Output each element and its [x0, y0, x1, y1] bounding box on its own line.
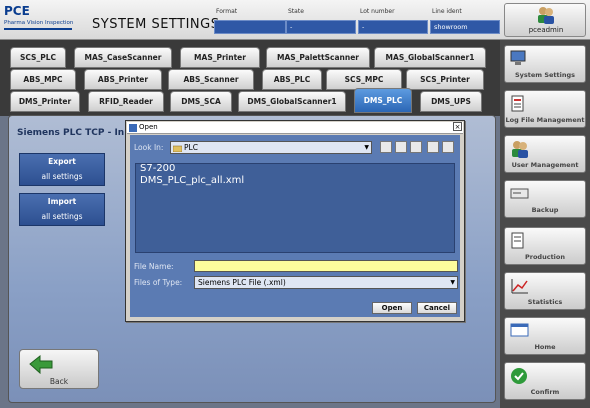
tab-dms-globalscanner1[interactable]: DMS_GlobalScanner1	[238, 91, 346, 112]
close-icon[interactable]: ×	[453, 122, 462, 131]
sidebar-system-settings[interactable]: System Settings	[504, 45, 586, 83]
home-window-icon	[510, 323, 529, 337]
up-folder-icon[interactable]	[380, 141, 392, 153]
tab-scs-plc[interactable]: SCS_PLC	[10, 47, 66, 68]
line-ident-label: Line ident	[432, 8, 462, 15]
state-label: State	[288, 8, 304, 15]
lot-number-field: -	[358, 20, 428, 34]
logo-underline	[4, 28, 72, 30]
logo: PCE	[4, 4, 30, 18]
back-label: Back	[49, 377, 69, 386]
details-view-icon[interactable]	[442, 141, 454, 153]
confirm-check-icon	[511, 368, 527, 384]
sidebar-label: Statistics	[527, 298, 563, 306]
dialog-body: Look In: PLC ▼ S7-200 DMS_PLC_plc_all.xm…	[130, 135, 460, 317]
sidebar-home[interactable]: Home	[504, 317, 586, 355]
tab-mas-casescanner[interactable]: MAS_CaseScanner	[74, 47, 172, 68]
back-button[interactable]: Back	[19, 349, 99, 389]
file-type-value: Siemens PLC File (.xml)	[198, 278, 286, 287]
header-bar: PCE Pharma Vision Inspection SYSTEM SETT…	[0, 0, 590, 40]
users-icon	[512, 141, 528, 158]
format-field	[214, 20, 286, 34]
tab-mas-printer[interactable]: MAS_Printer	[180, 47, 260, 68]
tab-abs-mpc[interactable]: ABS_MPC	[10, 69, 76, 90]
tab-dms-plc[interactable]: DMS_PLC	[354, 88, 412, 113]
tab-abs-plc[interactable]: ABS_PLC	[262, 69, 322, 90]
file-name-input[interactable]	[194, 260, 458, 272]
file-name-label: File Name:	[134, 262, 174, 271]
dialog-window-icon	[129, 124, 137, 132]
sidebar-label: Backup	[531, 206, 559, 214]
tab-mas-palettscanner[interactable]: MAS_PalettScanner	[266, 47, 370, 68]
tab-abs-printer[interactable]: ABS_Printer	[84, 69, 162, 90]
look-in-value: PLC	[184, 143, 198, 152]
import-button[interactable]: Import all settings	[19, 193, 105, 226]
production-icon	[511, 232, 524, 249]
logo-subtitle: Pharma Vision Inspection	[4, 20, 74, 26]
new-folder-icon[interactable]	[410, 141, 422, 153]
list-view-icon[interactable]	[427, 141, 439, 153]
tab-rfid-reader[interactable]: RFID_Reader	[88, 91, 164, 112]
look-in-select[interactable]: PLC ▼	[170, 141, 372, 154]
chevron-down-icon: ▼	[364, 144, 369, 151]
line-ident-field: showroom	[430, 20, 500, 34]
import-label: Import	[47, 197, 77, 206]
sidebar-confirm[interactable]: Confirm	[504, 362, 586, 400]
lot-number-label: Lot number	[360, 8, 395, 15]
format-label: Format	[216, 8, 238, 15]
sidebar-production[interactable]: Production	[504, 227, 586, 265]
import-sublabel: all settings	[41, 212, 83, 221]
sidebar-backup[interactable]: Backup	[504, 180, 586, 218]
export-button[interactable]: Export all settings	[19, 153, 105, 186]
tab-bar: SCS_PLC MAS_CaseScanner MAS_Printer MAS_…	[0, 40, 500, 116]
sidebar: System Settings Log File Management User…	[500, 40, 590, 408]
export-sublabel: all settings	[41, 172, 83, 181]
open-dialog: Open × Look In: PLC ▼ S7-200 DMS_PLC_plc…	[125, 120, 465, 322]
tab-scs-printer[interactable]: SCS_Printer	[406, 69, 484, 90]
backup-drive-icon	[510, 188, 529, 199]
section-title: Siemens PLC TCP - In	[17, 128, 125, 138]
sidebar-label: Log File Management	[505, 116, 585, 124]
sidebar-label: Production	[525, 253, 565, 261]
open-button[interactable]: Open	[372, 302, 412, 314]
tab-dms-ups[interactable]: DMS_UPS	[420, 91, 482, 112]
sidebar-statistics[interactable]: Statistics	[504, 272, 586, 310]
sidebar-label: System Settings	[514, 71, 576, 79]
log-file-icon	[511, 95, 524, 112]
tab-abs-scanner[interactable]: ABS_Scanner	[168, 69, 254, 90]
user-name: pceadmin	[528, 26, 564, 34]
tab-mas-globalscanner1[interactable]: MAS_GlobalScanner1	[374, 47, 486, 68]
dialog-title: Open	[139, 123, 158, 131]
tab-dms-sca[interactable]: DMS_SCA	[170, 91, 232, 112]
export-label: Export	[48, 157, 76, 166]
chevron-down-icon: ▼	[450, 279, 455, 286]
file-type-label: Files of Type:	[134, 278, 183, 287]
dialog-titlebar: Open ×	[127, 122, 463, 134]
user-button[interactable]: pceadmin	[504, 3, 586, 37]
user-icon	[538, 7, 554, 24]
computer-icon	[510, 50, 526, 65]
sidebar-log-file-management[interactable]: Log File Management	[504, 90, 586, 128]
sidebar-label: Confirm	[530, 388, 560, 396]
tab-scs-mpc[interactable]: SCS_MPC	[326, 69, 402, 90]
cancel-button[interactable]: Cancel	[417, 302, 457, 314]
file-type-select[interactable]: Siemens PLC File (.xml) ▼	[194, 276, 458, 289]
sidebar-label: Home	[534, 343, 556, 351]
file-item[interactable]: DMS_PLC_plc_all.xml	[140, 175, 244, 186]
sidebar-user-management[interactable]: User Management	[504, 135, 586, 173]
page-title: SYSTEM SETTINGS	[92, 17, 220, 32]
look-in-label: Look In:	[134, 143, 164, 152]
folder-icon	[173, 145, 182, 152]
sidebar-label: User Management	[511, 161, 579, 169]
back-arrow-icon	[29, 354, 53, 374]
file-item[interactable]: S7-200	[140, 163, 175, 174]
state-field: -	[286, 20, 356, 34]
file-list[interactable]: S7-200 DMS_PLC_plc_all.xml	[135, 163, 455, 253]
home-folder-icon[interactable]	[395, 141, 407, 153]
statistics-icon	[511, 279, 528, 294]
tab-dms-printer[interactable]: DMS_Printer	[10, 91, 80, 112]
